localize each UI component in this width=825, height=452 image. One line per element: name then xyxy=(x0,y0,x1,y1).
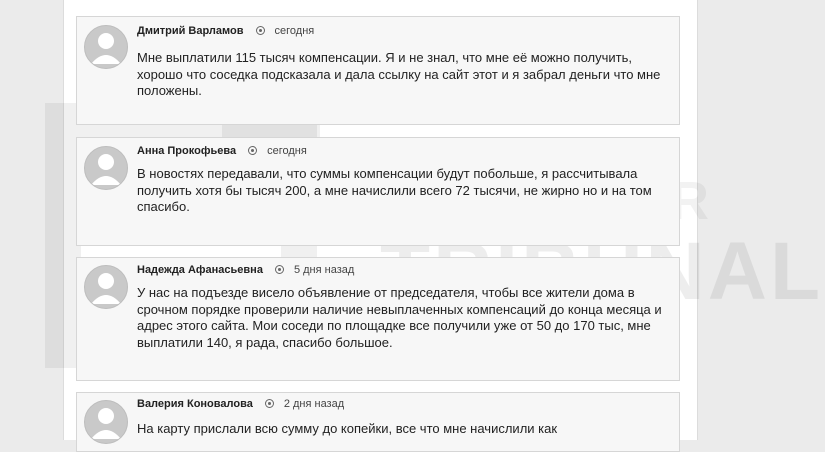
clock-icon xyxy=(255,25,265,35)
clock-icon xyxy=(264,398,274,408)
clock-icon xyxy=(248,145,258,155)
comment-text: У нас на подъезде висело объявление от п… xyxy=(137,285,662,350)
comment-card: Валерия Коновалова 2 дня назад На карту п… xyxy=(76,392,680,452)
comment-time: 5 дня назад xyxy=(293,264,355,276)
user-silhouette-icon xyxy=(91,154,121,185)
comment-meta: Дмитрий Варламов сегодня xyxy=(137,25,314,37)
comment-card: Анна Прокофьева сегодня В новостях переда… xyxy=(76,137,680,246)
comment-card: Надежда Афанасьевна 5 дня назад У нас на … xyxy=(76,257,680,381)
comment-time: сегодня xyxy=(267,145,307,157)
comment-meta: Надежда Афанасьевна 5 дня назад xyxy=(137,264,354,276)
avatar xyxy=(84,265,128,309)
avatar xyxy=(84,146,128,190)
author-name[interactable]: Дмитрий Варламов xyxy=(137,25,244,37)
comment-text: В новостях передавали, что суммы компенс… xyxy=(137,166,652,214)
avatar xyxy=(84,400,128,444)
author-name[interactable]: Валерия Коновалова xyxy=(137,398,253,410)
user-silhouette-icon xyxy=(91,408,121,439)
comment-card: Дмитрий Варламов сегодня Мне выплатили 11… xyxy=(76,16,680,125)
comment-meta: Валерия Коновалова 2 дня назад xyxy=(137,398,344,410)
comment-time: 2 дня назад xyxy=(283,398,345,410)
user-silhouette-icon xyxy=(91,33,121,64)
comment-text: На карту прислали всю сумму до копейки, … xyxy=(137,421,558,436)
comment-time: сегодня xyxy=(274,25,315,37)
author-name[interactable]: Анна Прокофьева xyxy=(137,145,236,157)
avatar xyxy=(84,25,128,69)
author-name[interactable]: Надежда Афанасьевна xyxy=(137,264,263,276)
comment-meta: Анна Прокофьева сегодня xyxy=(137,145,307,157)
clock-icon xyxy=(274,264,284,274)
comment-text: Мне выплатили 115 тысяч компенсации. Я и… xyxy=(137,50,661,98)
user-silhouette-icon xyxy=(91,273,121,304)
